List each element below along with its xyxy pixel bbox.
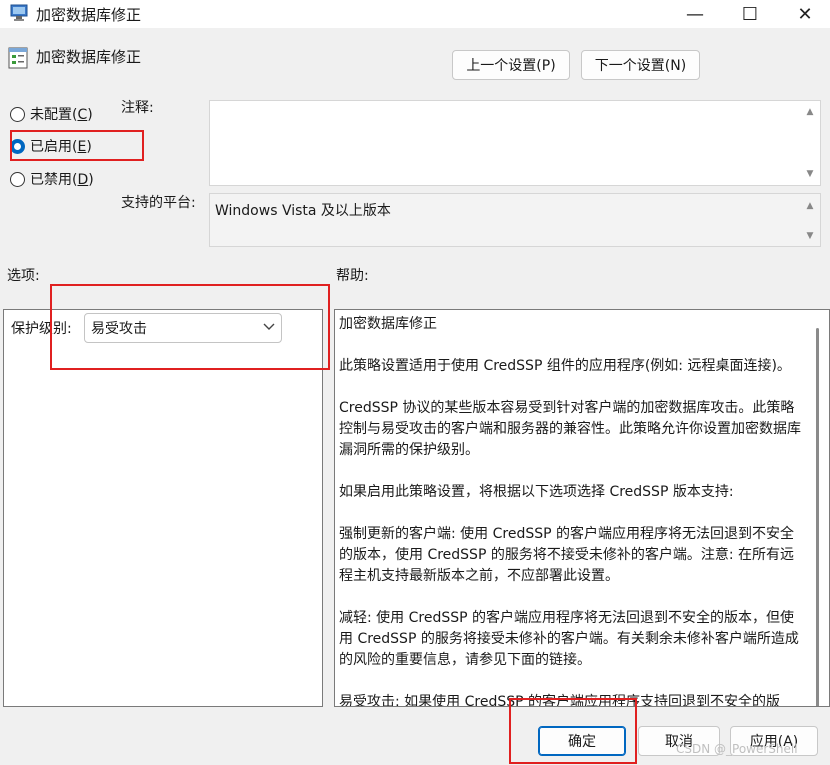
comment-textarea[interactable]: [209, 100, 821, 186]
radio-button-disabled[interactable]: [10, 171, 25, 187]
policy-setting-icon: [8, 47, 28, 69]
radio-label-disabled: 已禁用(D): [30, 172, 94, 188]
platform-value: Windows Vista 及以上版本: [215, 203, 391, 219]
highlight-box-enabled: [10, 130, 144, 161]
comment-label: 注释:: [121, 100, 154, 116]
help-paragraph: CredSSP 协议的某些版本容易受到针对客户端的加密数据库攻击。此策略控制与易…: [339, 400, 801, 458]
close-button[interactable]: ✕: [780, 0, 830, 28]
help-paragraph: 加密数据库修正: [339, 316, 437, 332]
radio-not-configured[interactable]: 未配置(C): [10, 104, 93, 124]
platform-label: 支持的平台:: [121, 195, 196, 211]
highlight-box-ok: [509, 698, 637, 764]
platform-scroll-up-icon[interactable]: ▲: [803, 200, 817, 212]
comment-scroll-up-icon[interactable]: ▲: [803, 106, 817, 118]
setting-title: 加密数据库修正: [36, 48, 142, 66]
maximize-button[interactable]: ☐: [725, 0, 775, 28]
help-paragraph: 此策略设置适用于使用 CredSSP 组件的应用程序(例如: 远程桌面连接)。: [339, 358, 791, 374]
options-section-label: 选项:: [7, 268, 40, 284]
help-paragraph: 强制更新的客户端: 使用 CredSSP 的客户端应用程序将无法回退到不安全的版…: [339, 526, 795, 584]
previous-setting-button[interactable]: 上一个设置(P): [452, 50, 570, 80]
help-paragraph: 减轻: 使用 CredSSP 的客户端应用程序将无法回退到不安全的版本，但使用 …: [339, 610, 799, 668]
policy-window-icon: [10, 4, 28, 21]
highlight-box-protection-level: [50, 284, 330, 370]
next-setting-button[interactable]: 下一个设置(N): [581, 50, 700, 80]
help-scrollbar[interactable]: [816, 328, 819, 706]
help-paragraph: 如果启用此策略设置，将根据以下选项选择 CredSSP 版本支持:: [339, 484, 734, 500]
platform-scroll-down-icon[interactable]: ▼: [803, 230, 817, 242]
minimize-button[interactable]: —: [670, 0, 720, 28]
help-section-label: 帮助:: [336, 268, 369, 284]
help-pane: 加密数据库修正 此策略设置适用于使用 CredSSP 组件的应用程序(例如: 远…: [334, 309, 830, 707]
window-title: 加密数据库修正: [36, 6, 142, 24]
radio-button-not-configured[interactable]: [10, 106, 25, 122]
comment-scroll-down-icon[interactable]: ▼: [803, 168, 817, 180]
watermark-text: CSDN @_PowerShell: [676, 742, 798, 756]
help-text: 加密数据库修正 此策略设置适用于使用 CredSSP 组件的应用程序(例如: 远…: [339, 314, 807, 706]
radio-label-not-configured: 未配置(C): [30, 107, 93, 123]
radio-disabled[interactable]: 已禁用(D): [10, 169, 94, 189]
